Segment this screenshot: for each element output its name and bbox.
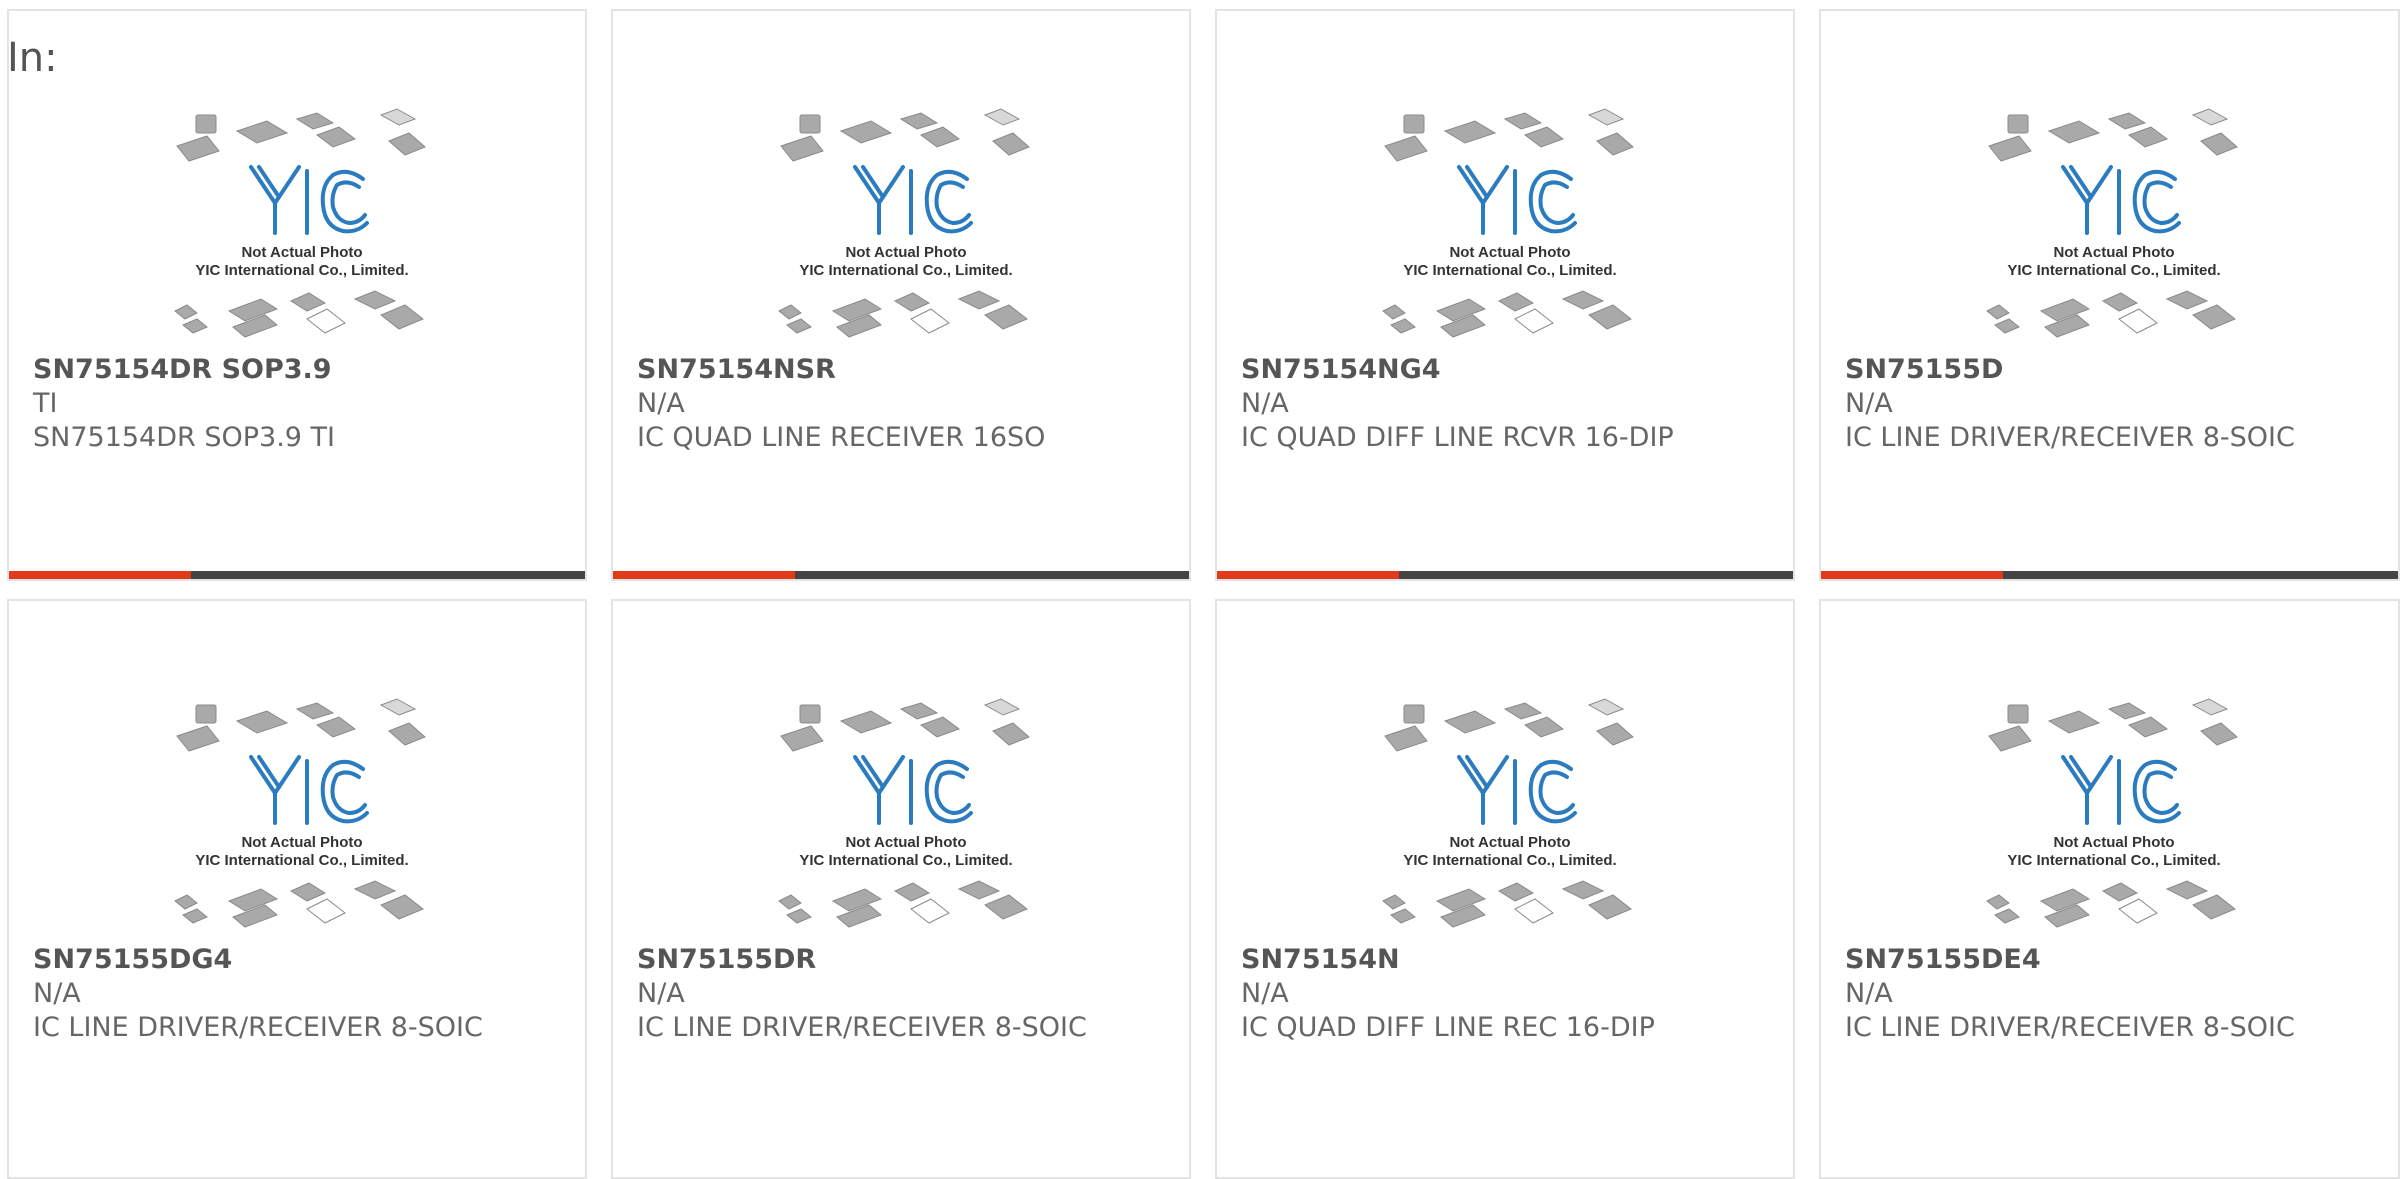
part-number[interactable]: SN75155D <box>1845 353 2295 387</box>
description: IC QUAD LINE RECEIVER 16SO <box>637 422 1046 453</box>
product-card[interactable]: SN75155D N/A IC LINE DRIVER/RECEIVER 8-S… <box>1819 9 2400 581</box>
product-card[interactable]: SN75155DE4 N/A IC LINE DRIVER/RECEIVER 8… <box>1819 599 2400 1179</box>
product-thumbnail <box>777 697 1031 929</box>
part-number[interactable]: SN75154DR SOP3.9 <box>33 353 483 387</box>
description: IC LINE DRIVER/RECEIVER 8-SOIC <box>33 1012 483 1043</box>
manufacturer: TI <box>33 388 58 419</box>
manufacturer: N/A <box>33 978 81 1009</box>
manufacturer: N/A <box>637 388 685 419</box>
part-number[interactable]: SN75154NSR <box>637 353 1087 387</box>
description: IC LINE DRIVER/RECEIVER 8-SOIC <box>1845 422 2295 453</box>
product-grid: SN75154DR SOP3.9 TI SN75154DR SOP3.9 TI … <box>0 0 2400 1179</box>
manufacturer: N/A <box>1845 978 1893 1009</box>
product-info: SN75155DE4 N/A IC LINE DRIVER/RECEIVER 8… <box>1845 943 2295 1045</box>
card-accent-bar <box>9 571 191 579</box>
card-footer-bar <box>613 571 1189 579</box>
product-info: SN75154NSR N/A IC QUAD LINE RECEIVER 16S… <box>637 353 1087 455</box>
card-footer-bar <box>1821 571 2398 579</box>
description: IC LINE DRIVER/RECEIVER 8-SOIC <box>637 1012 1087 1043</box>
filter-label: In: <box>7 35 58 81</box>
product-thumbnail <box>173 107 427 339</box>
product-thumbnail <box>1381 107 1635 339</box>
product-info: SN75155DR N/A IC LINE DRIVER/RECEIVER 8-… <box>637 943 1087 1045</box>
part-number[interactable]: SN75155DR <box>637 943 1087 977</box>
manufacturer: N/A <box>1241 978 1289 1009</box>
description: IC LINE DRIVER/RECEIVER 8-SOIC <box>1845 1012 2295 1043</box>
product-thumbnail <box>1985 107 2239 339</box>
product-thumbnail <box>777 107 1031 339</box>
card-accent-bar <box>613 571 795 579</box>
card-accent-bar <box>1821 571 2003 579</box>
card-footer-bar <box>1217 571 1793 579</box>
product-card[interactable]: SN75154DR SOP3.9 TI SN75154DR SOP3.9 TI <box>7 9 587 581</box>
product-card[interactable]: SN75154N N/A IC QUAD DIFF LINE REC 16-DI… <box>1215 599 1795 1179</box>
product-info: SN75155D N/A IC LINE DRIVER/RECEIVER 8-S… <box>1845 353 2295 455</box>
card-accent-bar <box>1217 571 1399 579</box>
part-number[interactable]: SN75154NG4 <box>1241 353 1691 387</box>
description: IC QUAD DIFF LINE RCVR 16-DIP <box>1241 422 1674 453</box>
product-card[interactable]: SN75154NSR N/A IC QUAD LINE RECEIVER 16S… <box>611 9 1191 581</box>
part-number[interactable]: SN75155DG4 <box>33 943 483 977</box>
product-thumbnail <box>1985 697 2239 929</box>
product-card[interactable]: SN75155DR N/A IC LINE DRIVER/RECEIVER 8-… <box>611 599 1191 1179</box>
part-number[interactable]: SN75154N <box>1241 943 1691 977</box>
product-thumbnail <box>173 697 427 929</box>
product-card[interactable]: SN75154NG4 N/A IC QUAD DIFF LINE RCVR 16… <box>1215 9 1795 581</box>
description: SN75154DR SOP3.9 TI <box>33 422 336 453</box>
part-number[interactable]: SN75155DE4 <box>1845 943 2295 977</box>
manufacturer: N/A <box>1241 388 1289 419</box>
product-thumbnail <box>1381 697 1635 929</box>
product-info: SN75154DR SOP3.9 TI SN75154DR SOP3.9 TI <box>33 353 483 455</box>
product-info: SN75154NG4 N/A IC QUAD DIFF LINE RCVR 16… <box>1241 353 1691 455</box>
product-info: SN75155DG4 N/A IC LINE DRIVER/RECEIVER 8… <box>33 943 483 1045</box>
product-card[interactable]: SN75155DG4 N/A IC LINE DRIVER/RECEIVER 8… <box>7 599 587 1179</box>
description: IC QUAD DIFF LINE REC 16-DIP <box>1241 1012 1655 1043</box>
card-footer-bar <box>9 571 585 579</box>
manufacturer: N/A <box>637 978 685 1009</box>
product-info: SN75154N N/A IC QUAD DIFF LINE REC 16-DI… <box>1241 943 1691 1045</box>
manufacturer: N/A <box>1845 388 1893 419</box>
